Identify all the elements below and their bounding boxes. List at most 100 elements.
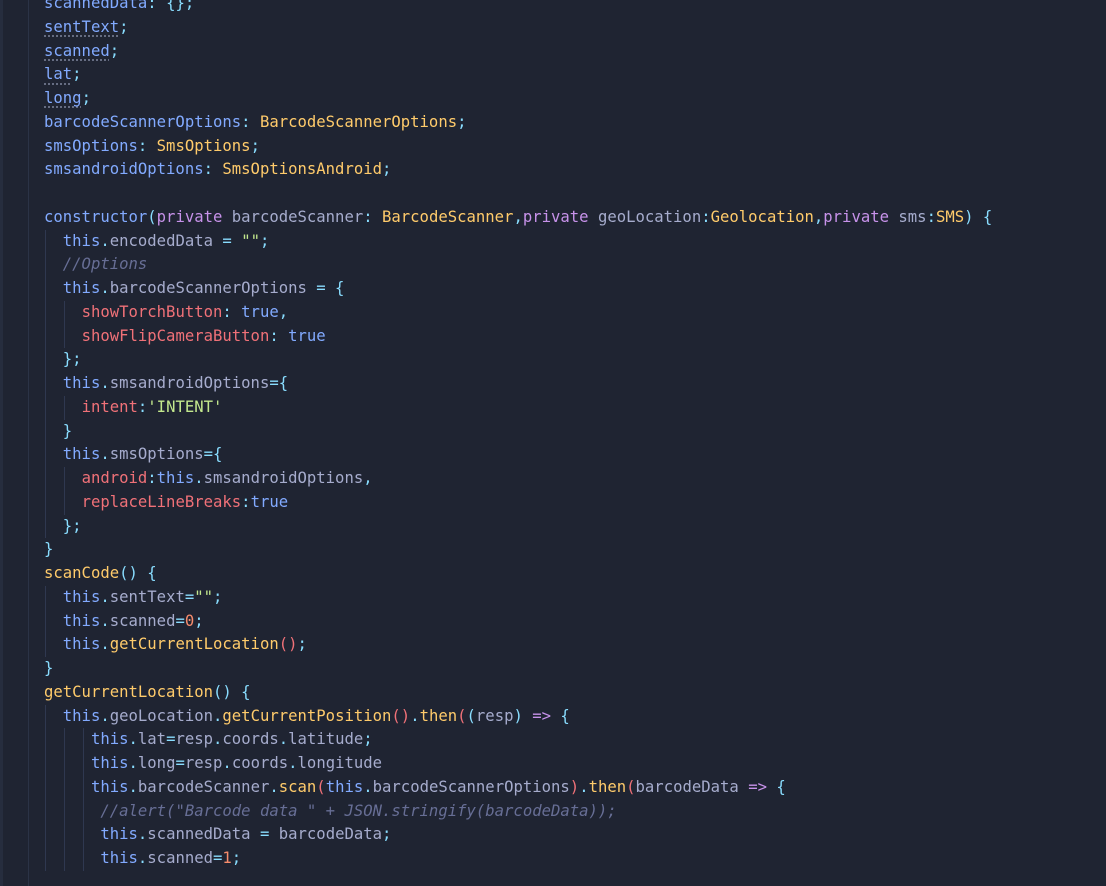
code-token: true — [241, 302, 279, 321]
indent-guide — [82, 847, 84, 871]
indent-guide — [45, 633, 46, 657]
code-token: => — [738, 777, 777, 796]
code-token: ( — [457, 706, 467, 725]
code-token: sentText — [44, 17, 120, 36]
code-line: this.smsOptions={ — [44, 443, 992, 467]
code-token: ( — [316, 777, 326, 796]
code-token: : — [222, 302, 242, 321]
code-token: ; — [382, 825, 392, 844]
code-line: barcodeScannerOptions: BarcodeScannerOpt… — [44, 111, 992, 135]
code-token: ; — [297, 635, 307, 654]
indent-guide — [45, 514, 46, 539]
code-editor[interactable]: scannedData: {}; sentText; scanned; lat; lon… — [0, 0, 1106, 886]
code-token: : — [241, 492, 251, 511]
code-line: //alert("Barcode data " + JSON.stringify… — [44, 799, 992, 824]
indent-guide — [82, 823, 84, 847]
indent-guide — [45, 348, 46, 372]
code-line: scannedData: {}; — [44, 0, 992, 16]
code-token: this — [62, 611, 101, 630]
code-token: => — [532, 706, 552, 725]
code-token: this — [62, 706, 101, 725]
code-token: //Options — [62, 255, 148, 274]
code-token: replaceLineBreaks — [81, 492, 242, 511]
code-token: . — [194, 469, 204, 487]
code-token: getCurrentLocation — [109, 635, 279, 654]
indent-guide — [45, 847, 46, 871]
code-token: . — [100, 231, 110, 250]
code-token: this — [62, 635, 101, 654]
code-token: "" — [194, 587, 214, 606]
code-token: SMS — [935, 207, 965, 226]
code-token: this — [90, 754, 129, 772]
code-token: smsandroidOptions — [109, 374, 270, 392]
code-token: constructor — [44, 207, 148, 226]
code-token: ) — [513, 706, 533, 725]
code-token: : — [269, 326, 289, 345]
indent-guide — [45, 300, 46, 325]
code-token: smsOptions — [109, 445, 204, 464]
code-token: ( — [626, 777, 636, 796]
code-token: private — [823, 207, 899, 226]
indent-guide — [45, 490, 46, 515]
code-token: : — [137, 397, 148, 416]
code-token: ; — [72, 65, 82, 84]
code-line: lat; — [44, 63, 992, 87]
code-line: this.long=resp.coords.longitude — [44, 752, 992, 776]
code-token: smsandroidOptions — [203, 469, 364, 487]
code-line: sentText; — [44, 16, 992, 40]
code-line: } — [44, 538, 992, 562]
scrollbar-track[interactable] — [0, 0, 3, 886]
code-line: this.scannedData = barcodeData; — [44, 823, 992, 847]
code-token: = — [250, 825, 279, 844]
indent-guide — [63, 728, 65, 752]
code-token: = — [213, 849, 223, 867]
code-token: () — [391, 706, 411, 725]
indent-guide — [63, 847, 65, 871]
code-token: "" — [241, 231, 260, 250]
code-token: } — [62, 421, 73, 440]
code-token: ; — [81, 89, 91, 107]
code-token: ) — [569, 777, 580, 796]
code-token: : — [137, 136, 157, 155]
indent-guide — [63, 752, 65, 776]
code-token: ; — [382, 160, 392, 179]
code-token: smsOptions — [44, 136, 138, 155]
code-token: this — [156, 469, 195, 487]
code-token: this — [100, 849, 138, 867]
code-token: , — [813, 207, 824, 226]
code-token: . — [100, 706, 110, 725]
code-token: = — [175, 754, 185, 772]
code-token: } — [44, 540, 54, 559]
code-token: . — [278, 730, 289, 749]
code-token: { — [551, 706, 570, 725]
code-token: lat — [44, 65, 73, 84]
code-line: scanCode() { — [44, 562, 992, 586]
code-token: barcodeScanner — [231, 207, 364, 226]
indent-guide — [45, 704, 46, 729]
code-token: : — [363, 207, 382, 226]
code-token: scanned — [109, 611, 176, 630]
code-token: showTorchButton — [81, 302, 223, 321]
code-line: this.barcodeScanner.scan(this.barcodeSca… — [44, 775, 992, 800]
indent-guide — [45, 799, 46, 824]
code-token: intent — [81, 397, 138, 416]
code-token: . — [128, 777, 138, 796]
code-token: barcodeScannerOptions — [109, 279, 307, 297]
code-content[interactable]: scannedData: {}; sentText; scanned; lat; lon… — [44, 0, 992, 871]
indent-guide — [63, 823, 65, 847]
code-token: ; — [250, 136, 260, 155]
code-token: encodedData — [109, 231, 214, 250]
code-token: smsandroidOptions — [44, 160, 204, 179]
code-token: . — [269, 777, 279, 796]
code-token: BarcodeScanner — [382, 207, 514, 226]
code-token: = { — [306, 279, 345, 297]
code-token: : — [147, 0, 167, 12]
code-token: this — [62, 374, 101, 392]
code-token: SmsOptionsAndroid — [222, 160, 382, 179]
